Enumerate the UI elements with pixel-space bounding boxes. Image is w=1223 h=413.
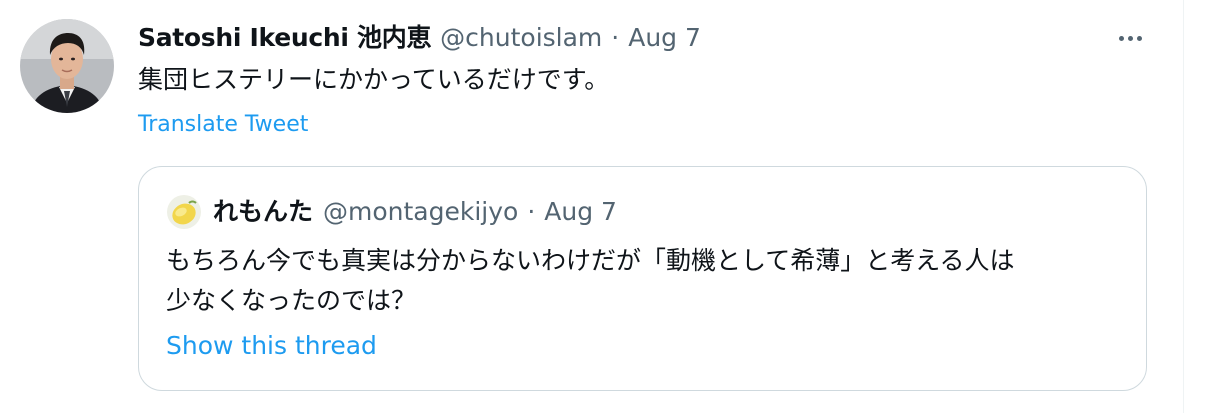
quote-text-line-2: 少なくなったのでは？ (166, 286, 417, 315)
quote-header-separator: · (527, 197, 536, 226)
show-thread-link[interactable]: Show this thread (166, 328, 377, 364)
header-separator: · (611, 23, 620, 52)
author-avatar[interactable] (20, 19, 114, 113)
quote-author-handle[interactable]: @montagekijyo (323, 193, 518, 231)
tweet-header: Satoshi Ikeuchi 池内恵 @chutoislam · Aug 7 (138, 20, 701, 56)
author-handle[interactable]: @chutoislam (440, 20, 602, 56)
quote-author-name[interactable]: れもんた (213, 193, 313, 231)
author-name[interactable]: Satoshi Ikeuchi 池内恵 (138, 20, 431, 56)
quoted-tweet[interactable]: れもんた @montagekijyo · Aug 7 もちろん今でも真実は分から… (138, 166, 1147, 391)
quote-text-line-1: もちろん今でも真実は分からないわけだが「動機として希薄」と考える人は (166, 246, 1015, 275)
translate-tweet-link[interactable]: Translate Tweet (138, 108, 308, 142)
more-horizontal-icon (1118, 35, 1142, 41)
quote-date[interactable]: Aug 7 (544, 193, 617, 231)
author-avatar-image (20, 19, 114, 113)
tweet-text: 集団ヒステリーにかかっているだけです。 (138, 65, 610, 94)
tweet[interactable]: Satoshi Ikeuchi 池内恵 @chutoislam · Aug 7 … (0, 0, 1183, 413)
quote-author-avatar[interactable] (167, 195, 201, 229)
column-divider (1183, 0, 1184, 413)
quote-header: れもんた @montagekijyo · Aug 7 (213, 193, 617, 231)
more-button[interactable] (1112, 24, 1148, 52)
quote-text: もちろん今でも真実は分からないわけだが「動機として希薄」と考える人は 少なくなっ… (166, 241, 1126, 321)
lemon-avatar-image (167, 195, 201, 229)
tweet-date[interactable]: Aug 7 (628, 20, 701, 56)
